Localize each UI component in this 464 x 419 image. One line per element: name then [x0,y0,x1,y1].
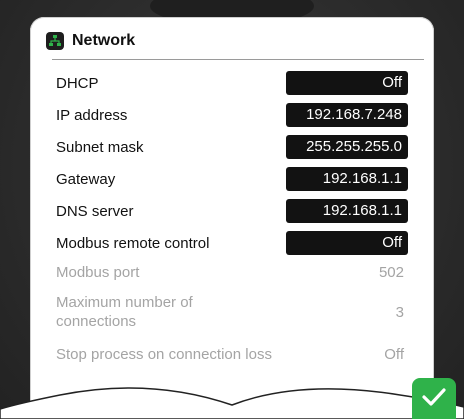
setting-row-dns-server: DNS server 192.168.1.1 [56,199,408,223]
setting-row-subnet-mask: Subnet mask 255.255.255.0 [56,135,408,159]
network-settings-panel: Network DHCP Off IP address 192.168.7.24… [30,17,434,419]
setting-label: Subnet mask [56,138,144,156]
max-connections-value: 3 [395,303,404,321]
setting-row-dhcp: DHCP Off [56,71,408,95]
bottom-bezel [0,387,464,419]
setting-row-ip-address: IP address 192.168.7.248 [56,103,408,127]
modbus-remote-control-toggle[interactable]: Off [286,231,408,255]
setting-label: Modbus port [56,264,140,281]
header-divider [52,59,424,60]
panel-header: Network [46,29,135,53]
setting-label: DHCP [56,74,99,92]
confirm-button[interactable] [412,378,456,419]
dhcp-toggle[interactable]: Off [286,71,408,95]
page-title: Network [72,32,136,49]
dns-server-field[interactable]: 192.168.1.1 [286,199,408,223]
checkmark-icon [422,388,446,406]
setting-label: Modbus remote control [56,234,210,252]
setting-row-modbus-remote-control: Modbus remote control Off [56,231,408,255]
setting-label: Gateway [56,170,116,188]
setting-row-max-connections: Maximum number of connections 3 [56,293,408,331]
setting-label: Maximum number of connections [56,294,193,330]
ip-address-field[interactable]: 192.168.7.248 [286,103,408,127]
setting-label: IP address [56,106,128,124]
setting-row-modbus-port: Modbus port 502 [56,263,408,282]
modbus-port-value: 502 [378,264,404,281]
setting-row-stop-process: Stop process on connection loss Off [56,345,408,364]
stop-process-value: Off [384,346,404,363]
setting-row-gateway: Gateway 192.168.1.1 [56,167,408,191]
subnet-mask-field[interactable]: 255.255.255.0 [286,135,408,159]
setting-label: Stop process on connection loss [56,346,272,363]
gateway-field[interactable]: 192.168.1.1 [286,167,408,191]
setting-label: DNS server [56,202,134,220]
network-icon [46,32,64,50]
